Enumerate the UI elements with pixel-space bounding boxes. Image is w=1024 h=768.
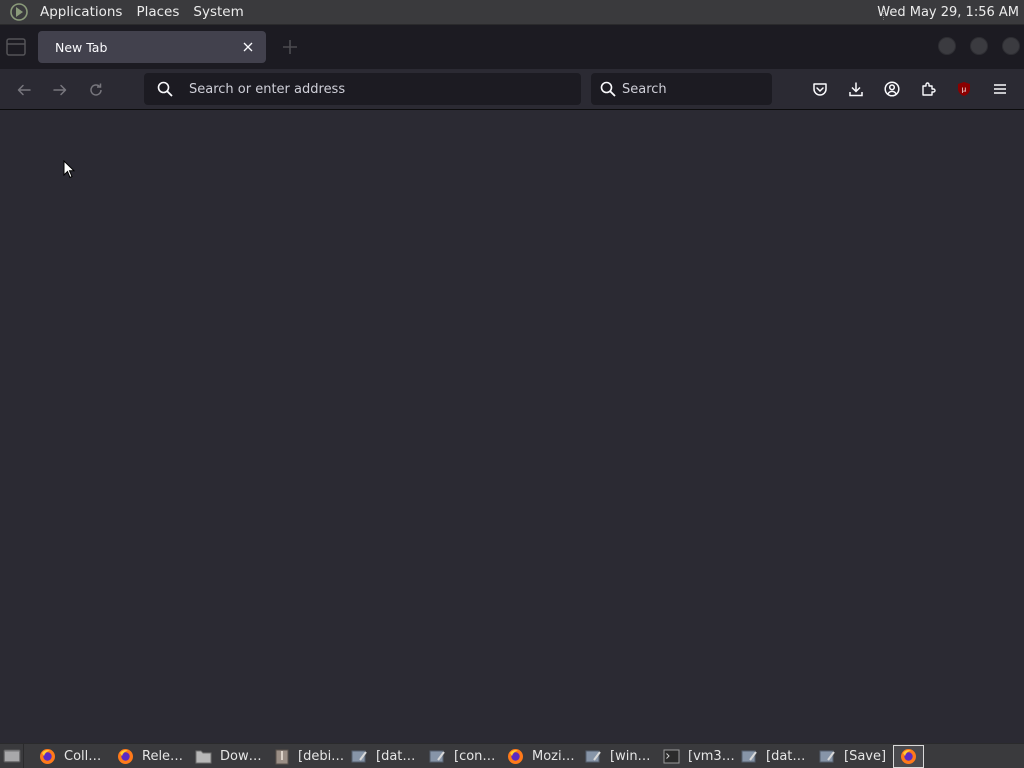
tab-title: New Tab	[55, 39, 108, 55]
taskbar-item-label: [debi…	[298, 749, 345, 764]
taskbar-item[interactable]: [dat…	[737, 745, 805, 768]
address-bar[interactable]	[144, 73, 581, 105]
firefox-view-icon[interactable]	[6, 38, 26, 56]
reload-button[interactable]	[84, 78, 108, 102]
pocket-icon	[813, 83, 827, 96]
taskbar: Coll… Rele… Dow… [debi… [dat… [con… Mozi… [win……	[0, 743, 1024, 768]
search-bar[interactable]	[591, 73, 772, 105]
taskbar-item-label: Dow…	[220, 749, 262, 764]
mouse-cursor-icon	[63, 160, 75, 179]
editor-icon	[585, 748, 602, 765]
maximize-button[interactable]	[970, 37, 988, 55]
ublock-button[interactable]: μ	[954, 79, 974, 99]
ublock-icon: μ	[958, 82, 970, 96]
taskbar-item[interactable]: [debi…	[269, 745, 344, 768]
taskbar-item[interactable]: [dat…	[347, 745, 415, 768]
taskbar-item-label: [Save]	[844, 749, 887, 764]
taskbar-item[interactable]: Mozi…	[503, 745, 575, 768]
tab-strip: New Tab	[0, 25, 1024, 69]
extensions-button[interactable]	[918, 79, 938, 99]
terminal-icon	[663, 748, 680, 765]
extensions-icon	[922, 82, 936, 96]
app-menu-button[interactable]	[990, 79, 1010, 99]
top-panel: Applications Places System Wed May 29, 1…	[0, 0, 1024, 25]
taskbar-item-label: Mozi…	[532, 749, 575, 764]
desktop-icon	[3, 749, 20, 763]
forward-button[interactable]	[48, 78, 72, 102]
account-button[interactable]	[882, 79, 902, 99]
reload-icon	[90, 83, 102, 96]
firefox-icon	[900, 748, 917, 765]
tab-new-tab[interactable]: New Tab	[38, 31, 266, 63]
editor-icon	[819, 748, 836, 765]
taskbar-item[interactable]: [con…	[425, 745, 495, 768]
account-icon	[884, 81, 900, 97]
address-input[interactable]	[189, 81, 581, 97]
nav-toolbar: μ	[0, 69, 1024, 110]
panel-menu-bar: Applications Places System	[0, 0, 251, 24]
downloads-button[interactable]	[846, 79, 866, 99]
page-content[interactable]	[0, 111, 1024, 743]
svg-text:μ: μ	[962, 86, 967, 94]
system-menu[interactable]: System	[186, 0, 250, 25]
editor-icon	[741, 748, 758, 765]
taskbar-item[interactable]: [Save]	[815, 745, 886, 768]
editor-icon	[351, 748, 368, 765]
taskbar-item[interactable]: Coll…	[35, 745, 101, 768]
close-tab-icon[interactable]	[240, 39, 256, 55]
taskbar-item-label: [dat…	[376, 749, 416, 764]
taskbar-item-label: [vm3…	[688, 749, 735, 764]
search-icon	[157, 81, 173, 97]
taskbar-item[interactable]: [vm3…	[659, 745, 735, 768]
downloads-icon	[849, 82, 863, 97]
taskbar-item[interactable]: [win…	[581, 745, 651, 768]
taskbar-item-label: Rele…	[142, 749, 184, 764]
firefox-icon	[507, 748, 524, 765]
search-icon	[600, 81, 616, 97]
taskbar-item[interactable]	[893, 745, 924, 768]
forward-arrow-icon	[53, 84, 67, 96]
taskbar-item-label: [win…	[610, 749, 651, 764]
taskbar-item-label: [dat…	[766, 749, 806, 764]
search-input[interactable]	[622, 81, 772, 97]
taskbar-item[interactable]: Dow…	[191, 745, 262, 768]
taskbar-item-label: Coll…	[64, 749, 102, 764]
clock[interactable]: Wed May 29, 1:56 AM	[877, 0, 1019, 25]
taskbar-item[interactable]: Rele…	[113, 745, 183, 768]
editor-icon	[429, 748, 446, 765]
minimize-button[interactable]	[938, 37, 956, 55]
archive-icon	[273, 748, 290, 765]
pocket-button[interactable]	[810, 79, 830, 99]
new-tab-icon[interactable]	[280, 37, 300, 57]
window-controls	[938, 37, 1020, 55]
menu-icon	[994, 84, 1006, 94]
firefox-icon	[117, 748, 134, 765]
distro-logo-icon[interactable]	[9, 2, 29, 22]
firefox-icon	[39, 748, 56, 765]
folder-icon	[195, 748, 212, 765]
back-button[interactable]	[12, 78, 36, 102]
places-menu[interactable]: Places	[129, 0, 186, 25]
close-window-button[interactable]	[1002, 37, 1020, 55]
show-desktop-button[interactable]	[0, 743, 24, 768]
back-arrow-icon	[17, 84, 31, 96]
applications-menu[interactable]: Applications	[33, 0, 129, 25]
taskbar-item-label: [con…	[454, 749, 496, 764]
